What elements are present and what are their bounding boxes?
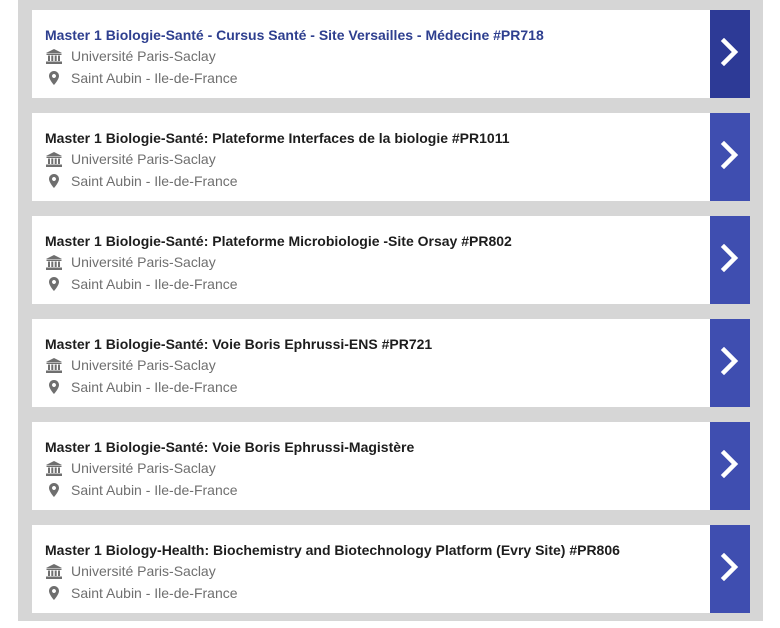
program-card-body: Master 1 Biologie-Santé: Plateforme Micr… [45,232,694,294]
program-university: Université Paris-Saclay [45,46,694,66]
program-university: Université Paris-Saclay [45,561,694,581]
program-location-label: Saint Aubin - Ile-de-France [71,276,238,292]
university-icon [45,357,63,373]
program-card[interactable]: Master 1 Biologie-Santé: Plateforme Inte… [32,113,750,201]
program-card[interactable]: Master 1 Biology-Health: Biochemistry an… [32,525,750,613]
program-title[interactable]: Master 1 Biologie-Santé - Cursus Santé -… [45,26,694,44]
program-location: Saint Aubin - Ile-de-France [45,274,694,294]
program-location-label: Saint Aubin - Ile-de-France [71,173,238,189]
chevron-right-icon [720,449,740,483]
chevron-right-icon [720,552,740,586]
open-program-button[interactable] [710,319,750,407]
map-pin-icon [45,585,63,601]
map-pin-icon [45,379,63,395]
map-pin-icon [45,482,63,498]
program-university: Université Paris-Saclay [45,355,694,375]
map-pin-icon [45,276,63,292]
open-program-button[interactable] [710,525,750,613]
program-title[interactable]: Master 1 Biologie-Santé: Voie Boris Ephr… [45,335,694,353]
program-university: Université Paris-Saclay [45,458,694,478]
open-program-button[interactable] [710,422,750,510]
program-university-label: Université Paris-Saclay [71,151,216,167]
map-pin-icon [45,173,63,189]
program-university-label: Université Paris-Saclay [71,48,216,64]
university-icon [45,151,63,167]
program-location: Saint Aubin - Ile-de-France [45,480,694,500]
open-program-button[interactable] [710,113,750,201]
program-university: Université Paris-Saclay [45,252,694,272]
program-title[interactable]: Master 1 Biology-Health: Biochemistry an… [45,541,694,559]
open-program-button[interactable] [710,216,750,304]
program-card[interactable]: Master 1 Biologie-Santé - Cursus Santé -… [32,10,750,98]
program-list: Master 1 Biologie-Santé - Cursus Santé -… [32,10,750,628]
university-icon [45,48,63,64]
program-location-label: Saint Aubin - Ile-de-France [71,70,238,86]
map-pin-icon [45,70,63,86]
program-university-label: Université Paris-Saclay [71,254,216,270]
program-location: Saint Aubin - Ile-de-France [45,583,694,603]
chevron-right-icon [720,37,740,71]
program-title[interactable]: Master 1 Biologie-Santé: Plateforme Inte… [45,129,694,147]
program-card-body: Master 1 Biologie-Santé: Plateforme Inte… [45,129,694,191]
program-location: Saint Aubin - Ile-de-France [45,68,694,88]
university-icon [45,563,63,579]
program-card-body: Master 1 Biologie-Santé - Cursus Santé -… [45,26,694,88]
open-program-button[interactable] [710,10,750,98]
program-university-label: Université Paris-Saclay [71,563,216,579]
program-university-label: Université Paris-Saclay [71,357,216,373]
chevron-right-icon [720,140,740,174]
university-icon [45,460,63,476]
program-location-label: Saint Aubin - Ile-de-France [71,585,238,601]
program-card[interactable]: Master 1 Biologie-Santé: Voie Boris Ephr… [32,319,750,407]
program-title[interactable]: Master 1 Biologie-Santé: Plateforme Micr… [45,232,694,250]
program-university-label: Université Paris-Saclay [71,460,216,476]
chevron-right-icon [720,346,740,380]
program-card[interactable]: Master 1 Biologie-Santé: Plateforme Micr… [32,216,750,304]
program-card[interactable]: Master 1 Biologie-Santé: Voie Boris Ephr… [32,422,750,510]
program-location-label: Saint Aubin - Ile-de-France [71,482,238,498]
program-card-body: Master 1 Biologie-Santé: Voie Boris Ephr… [45,438,694,500]
program-title[interactable]: Master 1 Biologie-Santé: Voie Boris Ephr… [45,438,694,456]
program-card-body: Master 1 Biology-Health: Biochemistry an… [45,541,694,603]
university-icon [45,254,63,270]
program-location: Saint Aubin - Ile-de-France [45,377,694,397]
program-location-label: Saint Aubin - Ile-de-France [71,379,238,395]
program-university: Université Paris-Saclay [45,149,694,169]
program-location: Saint Aubin - Ile-de-France [45,171,694,191]
chevron-right-icon [720,243,740,277]
program-card-body: Master 1 Biologie-Santé: Voie Boris Ephr… [45,335,694,397]
